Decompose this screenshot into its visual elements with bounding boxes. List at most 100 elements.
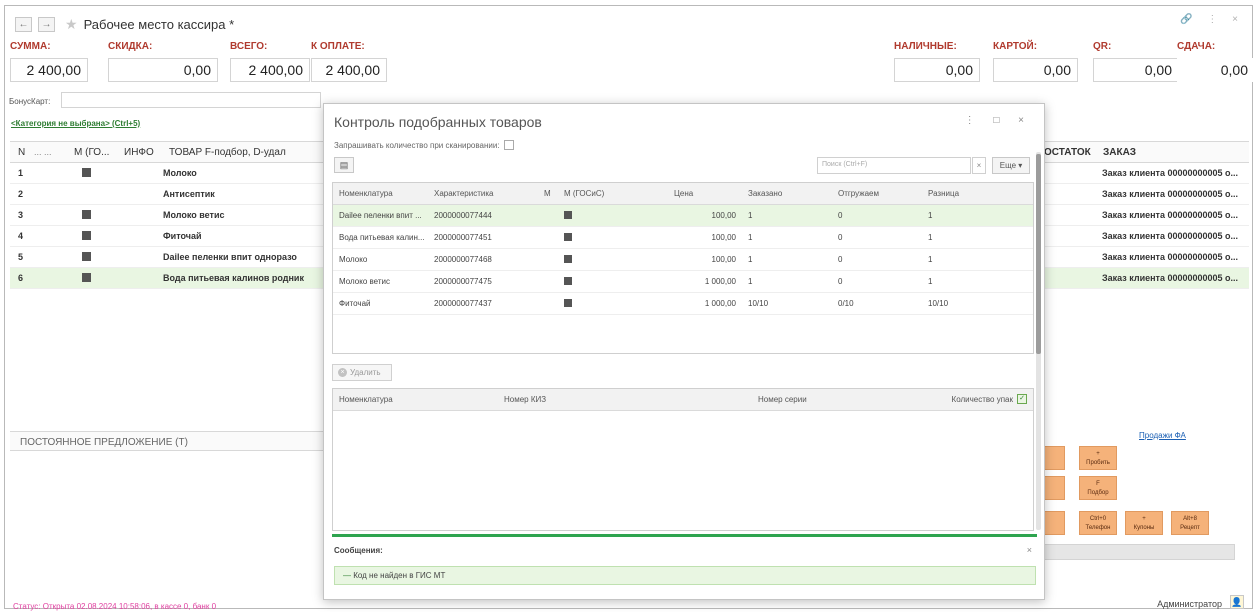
scrollbar-thumb[interactable]: [1036, 154, 1041, 354]
col-nomenclature[interactable]: Номенклатура: [333, 395, 498, 404]
row-product: Dailee пеленки впит одноразо: [163, 252, 297, 262]
col-kiz-number[interactable]: Номер КИЗ: [498, 395, 668, 404]
messages-title: Сообщения:: [334, 546, 383, 555]
table-row[interactable]: Молоко 2000000077468 100,00 1 0 1: [333, 249, 1033, 271]
forward-arrow-icon[interactable]: →: [38, 16, 55, 32]
order-table-header: ОСТАТОК ЗАКАЗ: [1042, 141, 1249, 163]
goods-table-header: N ... ... М (ГО... ИНФО ТОВАР F-подбор, …: [10, 141, 325, 163]
delete-icon: ×: [338, 368, 347, 377]
user-icon[interactable]: 👤: [1230, 595, 1244, 609]
col-tovar[interactable]: ТОВАР F-подбор, D-удал: [169, 147, 325, 158]
col-nomenclature[interactable]: Номенклатура: [333, 189, 428, 198]
col-ordered[interactable]: Заказано: [742, 189, 832, 198]
qr-input[interactable]: 0,00: [1093, 58, 1179, 82]
vsego-value: 2 400,00: [230, 58, 310, 82]
message-dash-icon: —: [343, 571, 351, 580]
constant-offer-section[interactable]: ПОСТОЯННОЕ ПРЕДЛОЖЕНИЕ (Т): [10, 431, 328, 451]
row-product: Фиточай: [163, 231, 202, 241]
user-name[interactable]: Администратор: [1157, 599, 1222, 609]
order-cell[interactable]: Заказ клиента 00000000005 о...: [1042, 184, 1249, 205]
back-arrow-icon[interactable]: ←: [15, 16, 32, 32]
table-row[interactable]: 4 Фиточай: [10, 226, 325, 247]
table-row-selected[interactable]: 6 Вода питьевая калинов родник: [10, 268, 325, 289]
table-row[interactable]: Вода питьевая калин... 2000000077451 100,…: [333, 227, 1033, 249]
col-ostatok[interactable]: ОСТАТОК: [1042, 147, 1097, 158]
table-row[interactable]: 2 Антисептик: [10, 184, 325, 205]
kupony-button[interactable]: + Купоны: [1125, 511, 1163, 535]
messages-splitter[interactable]: [332, 534, 1037, 537]
telefon-button[interactable]: Ctrl+0 Телефон: [1079, 511, 1117, 535]
podbor-button[interactable]: F Подбор: [1079, 476, 1117, 500]
marking-codes-table: Номенклатура Номер КИЗ Номер серии Колич…: [332, 388, 1034, 531]
col-package-qty[interactable]: Количество упак: [848, 395, 1033, 404]
ask-quantity-label: Запрашивать количество при сканировании:: [334, 140, 500, 150]
table-row[interactable]: Молоко ветис 2000000077475 1 000,00 1 0 1: [333, 271, 1033, 293]
nalichnye-input[interactable]: 0,00: [894, 58, 980, 82]
category-link[interactable]: <Категория не выбрана> (Ctrl+5): [11, 119, 140, 128]
table-row[interactable]: Dailee пеленки впит ... 2000000077444 100…: [333, 205, 1033, 227]
goods-table: N ... ... М (ГО... ИНФО ТОВАР F-подбор, …: [10, 141, 325, 289]
col-price[interactable]: Цена: [668, 189, 742, 198]
row-product: Вода питьевая калинов родник: [163, 273, 304, 283]
delete-button[interactable]: × Удалить: [332, 364, 392, 381]
messages-close-icon[interactable]: ×: [1027, 545, 1032, 555]
goods-control-header: Номенклатура Характеристика М М (ГОСиС) …: [333, 183, 1033, 205]
col-n[interactable]: N: [10, 147, 34, 158]
col-m-gos[interactable]: М (ГО...: [74, 147, 124, 158]
probit-button[interactable]: + Пробить: [1079, 446, 1117, 470]
datamatrix-icon: [564, 210, 572, 219]
datamatrix-icon: [82, 251, 91, 261]
vsego-label: ВСЕГО:: [230, 41, 268, 52]
col-zakaz[interactable]: ЗАКАЗ: [1097, 147, 1136, 158]
datamatrix-icon: [82, 272, 91, 282]
kartoy-label: КАРТОЙ:: [993, 41, 1038, 52]
window-controls[interactable]: 🔗 ⋮ ×: [1180, 14, 1244, 25]
col-m-gosis[interactable]: М (ГОСиС): [558, 189, 668, 198]
print-icon[interactable]: ▤: [334, 157, 354, 173]
dialog-window-controls[interactable]: ⋮ □ ×: [965, 115, 1032, 126]
more-button[interactable]: Еще ▾: [992, 157, 1030, 174]
nalichnye-label: НАЛИЧНЫЕ:: [894, 41, 957, 52]
recept-button[interactable]: Alt+8 Рецепт: [1171, 511, 1209, 535]
select-all-checkbox-icon[interactable]: ✓: [1017, 394, 1027, 404]
col-difference[interactable]: Разница: [922, 189, 1033, 198]
order-cell[interactable]: Заказ клиента 00000000005 о...: [1042, 226, 1249, 247]
row-product: Молоко ветис: [163, 210, 225, 220]
skidka-value[interactable]: 0,00: [108, 58, 218, 82]
col-series-number[interactable]: Номер серии: [668, 395, 848, 404]
col-shipped[interactable]: Отгружаем: [832, 189, 922, 198]
col-m[interactable]: М: [538, 189, 558, 198]
row-number: 2: [18, 189, 24, 199]
order-cell[interactable]: Заказ клиента 00000000005 о...: [1042, 205, 1249, 226]
search-input[interactable]: Поиск (Ctrl+F): [817, 157, 971, 174]
order-cell[interactable]: Заказ клиента 00000000005 о...: [1042, 247, 1249, 268]
row-product: Молоко: [163, 168, 197, 178]
message-item[interactable]: — Код не найден в ГИС МТ: [334, 566, 1036, 585]
kartoy-input[interactable]: 0,00: [993, 58, 1078, 82]
bonus-card-input[interactable]: [61, 92, 321, 108]
skidka-label: СКИДКА:: [108, 41, 153, 52]
summa-label: СУММА:: [10, 41, 51, 52]
table-row[interactable]: 1 Молоко: [10, 163, 325, 184]
summa-value: 2 400,00: [10, 58, 88, 82]
qr-label: QR:: [1093, 41, 1112, 52]
col-characteristic[interactable]: Характеристика: [428, 189, 538, 198]
marking-codes-header: Номенклатура Номер КИЗ Номер серии Колич…: [333, 389, 1033, 411]
row-product: Антисептик: [163, 189, 215, 199]
col-dots[interactable]: ... ...: [34, 147, 74, 157]
sales-fa-link[interactable]: Продажи ФА: [1139, 431, 1186, 440]
table-row[interactable]: 5 Dailee пеленки впит одноразо: [10, 247, 325, 268]
table-row[interactable]: Фиточай 2000000077437 1 000,00 10/10 0/10 10…: [333, 293, 1033, 315]
row-number: 4: [18, 231, 24, 241]
row-number: 3: [18, 210, 24, 220]
row-number: 1: [18, 168, 24, 178]
sdacha-label: СДАЧА:: [1177, 41, 1216, 52]
info-strip: [1041, 544, 1235, 560]
order-cell[interactable]: Заказ клиента 00000000005 о...: [1042, 163, 1249, 184]
search-clear-icon[interactable]: ×: [972, 157, 986, 174]
favorite-star-icon[interactable]: ★: [65, 16, 78, 33]
ask-quantity-checkbox[interactable]: [503, 140, 514, 150]
col-info[interactable]: ИНФО: [124, 147, 169, 158]
order-cell[interactable]: Заказ клиента 00000000005 о...: [1042, 268, 1249, 289]
table-row[interactable]: 3 Молоко ветис: [10, 205, 325, 226]
